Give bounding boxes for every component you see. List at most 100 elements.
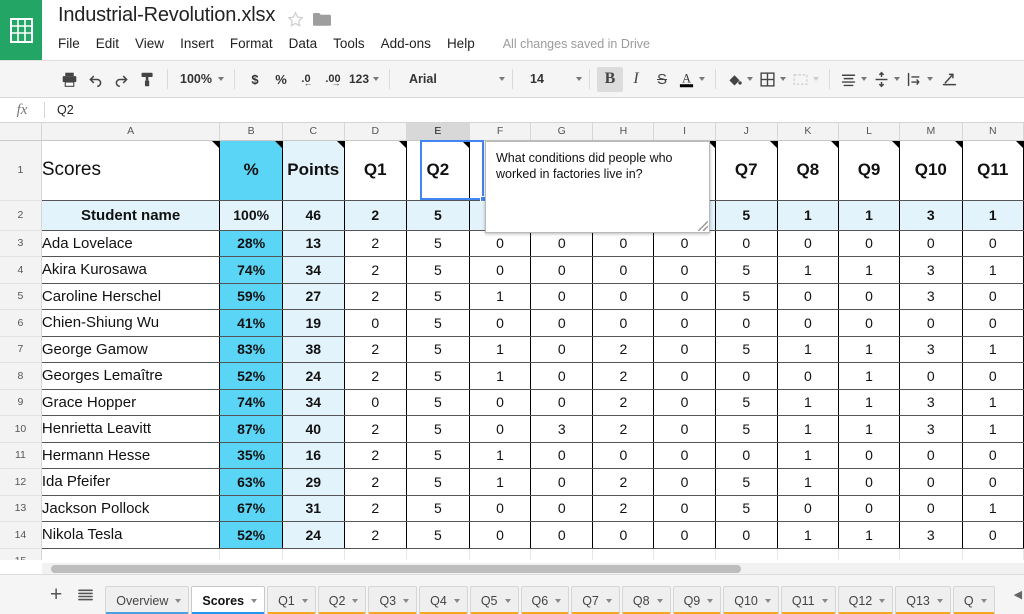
cell-F3[interactable]: 0 xyxy=(469,230,530,257)
sheet-tab-q6[interactable]: Q6 xyxy=(521,586,570,614)
row-header-5[interactable]: 5 xyxy=(0,283,41,310)
sheet-tab-q11[interactable]: Q11 xyxy=(781,586,836,614)
column-header-c[interactable]: C xyxy=(282,123,344,140)
cell-F5[interactable]: 1 xyxy=(469,283,530,310)
cell-A2[interactable]: Student name xyxy=(41,200,220,230)
sheet-tab-q4[interactable]: Q4 xyxy=(419,586,468,614)
cell-A4[interactable]: Akira Kurosawa xyxy=(41,257,220,284)
cell-A15[interactable] xyxy=(41,548,220,560)
fill-color-icon[interactable] xyxy=(723,66,756,92)
sheet-tab-q2[interactable]: Q2 xyxy=(318,586,367,614)
chevron-down-icon[interactable] xyxy=(937,599,943,603)
cell-K6[interactable]: 0 xyxy=(777,310,838,337)
column-header-e[interactable]: E xyxy=(406,123,469,140)
cell-A12[interactable]: Ida Pfeifer xyxy=(41,469,220,496)
cell-J13[interactable]: 5 xyxy=(715,495,777,522)
vertical-align-icon[interactable] xyxy=(870,66,903,92)
decrease-decimal-button[interactable]: .0 ← xyxy=(294,66,320,92)
cell-F4[interactable]: 0 xyxy=(469,257,530,284)
cell-L13[interactable]: 0 xyxy=(838,495,899,522)
cell-N12[interactable]: 0 xyxy=(962,469,1024,496)
cell-K3[interactable]: 0 xyxy=(777,230,838,257)
cell-E12[interactable]: 5 xyxy=(406,469,469,496)
chevron-down-icon[interactable] xyxy=(765,599,771,603)
sheet-tab-q3[interactable]: Q3 xyxy=(368,586,417,614)
cell-I10[interactable]: 0 xyxy=(654,416,715,443)
percent-format-button[interactable]: % xyxy=(268,66,294,92)
chevron-down-icon[interactable] xyxy=(981,599,987,603)
cell-B7[interactable]: 83% xyxy=(220,336,282,363)
cell-I14[interactable]: 0 xyxy=(654,522,715,549)
cell-E6[interactable]: 5 xyxy=(406,310,469,337)
cell-D10[interactable]: 2 xyxy=(344,416,406,443)
column-header-b[interactable]: B xyxy=(220,123,282,140)
cell-L11[interactable]: 0 xyxy=(838,442,899,469)
cell-M2[interactable]: 3 xyxy=(900,200,962,230)
cell-C3[interactable]: 13 xyxy=(282,230,344,257)
cell-E9[interactable]: 5 xyxy=(406,389,469,416)
cell-C13[interactable]: 31 xyxy=(282,495,344,522)
cell-N9[interactable]: 1 xyxy=(962,389,1024,416)
cell-E3[interactable]: 5 xyxy=(406,230,469,257)
cell-C15[interactable] xyxy=(282,548,344,560)
horizontal-align-icon[interactable] xyxy=(837,66,870,92)
cell-J1[interactable]: Q7 xyxy=(715,140,777,200)
cell-I3[interactable]: 0 xyxy=(654,230,715,257)
cell-C10[interactable]: 40 xyxy=(282,416,344,443)
cell-J11[interactable]: 0 xyxy=(715,442,777,469)
bold-button[interactable]: B xyxy=(597,67,623,92)
cell-L4[interactable]: 1 xyxy=(838,257,899,284)
cell-M8[interactable]: 0 xyxy=(900,363,962,390)
sheet-tab-q8[interactable]: Q8 xyxy=(622,586,671,614)
cell-B14[interactable]: 52% xyxy=(220,522,282,549)
cell-D4[interactable]: 2 xyxy=(344,257,406,284)
cell-M6[interactable]: 0 xyxy=(900,310,962,337)
cell-A7[interactable]: George Gamow xyxy=(41,336,220,363)
cell-N8[interactable]: 0 xyxy=(962,363,1024,390)
cell-N15[interactable] xyxy=(962,548,1024,560)
cell-M1[interactable]: Q10 xyxy=(900,140,962,200)
column-header-n[interactable]: N xyxy=(962,123,1024,140)
column-header-j[interactable]: J xyxy=(715,123,777,140)
cell-C12[interactable]: 29 xyxy=(282,469,344,496)
cell-G13[interactable]: 0 xyxy=(531,495,593,522)
cell-A6[interactable]: Chien-Shiung Wu xyxy=(41,310,220,337)
column-header-h[interactable]: H xyxy=(593,123,654,140)
cell-F11[interactable]: 1 xyxy=(469,442,530,469)
cell-K5[interactable]: 0 xyxy=(777,283,838,310)
cell-B4[interactable]: 74% xyxy=(220,257,282,284)
cell-B2[interactable]: 100% xyxy=(220,200,282,230)
cell-A1[interactable]: Scores xyxy=(41,140,220,200)
cell-C2[interactable]: 46 xyxy=(282,200,344,230)
column-header-m[interactable]: M xyxy=(900,123,962,140)
sheet-tab-q9[interactable]: Q9 xyxy=(673,586,722,614)
cell-F15[interactable] xyxy=(469,548,530,560)
cell-I4[interactable]: 0 xyxy=(654,257,715,284)
cell-I9[interactable]: 0 xyxy=(654,389,715,416)
cell-M9[interactable]: 3 xyxy=(900,389,962,416)
cell-I13[interactable]: 0 xyxy=(654,495,715,522)
cell-D2[interactable]: 2 xyxy=(344,200,406,230)
cell-N3[interactable]: 0 xyxy=(962,230,1024,257)
cell-J15[interactable] xyxy=(715,548,777,560)
cell-F7[interactable]: 1 xyxy=(469,336,530,363)
plus-icon[interactable]: + xyxy=(40,584,72,605)
row-header-13[interactable]: 13 xyxy=(0,495,41,522)
cell-note-popup[interactable]: What conditions did people who worked in… xyxy=(485,141,710,233)
cell-H4[interactable]: 0 xyxy=(593,257,654,284)
cell-B5[interactable]: 59% xyxy=(220,283,282,310)
chevron-down-icon[interactable] xyxy=(657,599,663,603)
menu-item-addons[interactable]: Add-ons xyxy=(381,36,431,51)
document-title[interactable]: Industrial-Revolution.xlsx xyxy=(58,4,275,27)
row-header-9[interactable]: 9 xyxy=(0,389,41,416)
cell-F6[interactable]: 0 xyxy=(469,310,530,337)
cell-I12[interactable]: 0 xyxy=(654,469,715,496)
cell-C8[interactable]: 24 xyxy=(282,363,344,390)
menu-item-file[interactable]: File xyxy=(58,36,80,51)
menu-item-view[interactable]: View xyxy=(135,36,164,51)
cell-N14[interactable]: 0 xyxy=(962,522,1024,549)
cell-H3[interactable]: 0 xyxy=(593,230,654,257)
cell-E2[interactable]: 5 xyxy=(406,200,469,230)
row-header-7[interactable]: 7 xyxy=(0,336,41,363)
cell-K2[interactable]: 1 xyxy=(777,200,838,230)
